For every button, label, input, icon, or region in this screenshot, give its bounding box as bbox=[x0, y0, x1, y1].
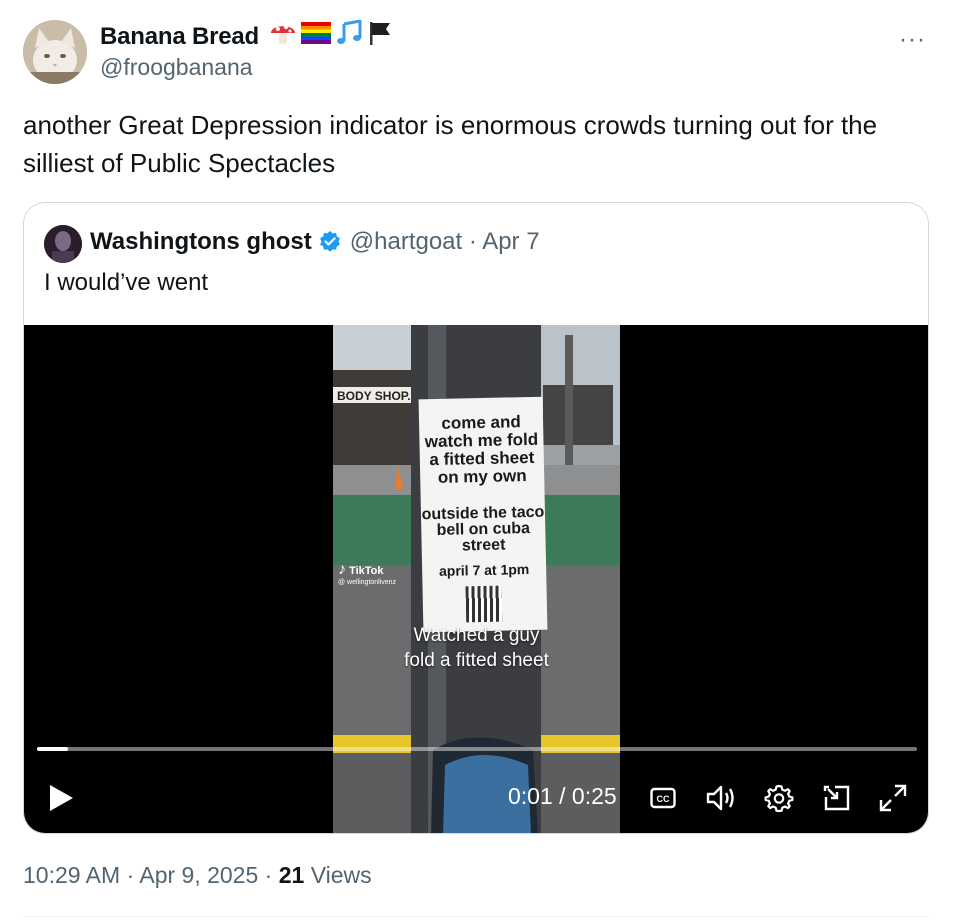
notice-line-3: april 7 at 1pm bbox=[438, 561, 530, 579]
paper-notice: come and watch me fold a fitted sheet on… bbox=[418, 396, 548, 633]
black-flag-icon bbox=[367, 20, 393, 53]
tweet-timestamp[interactable]: 10:29 AM · Apr 9, 2025 · bbox=[23, 862, 279, 888]
video-progress-fill bbox=[37, 747, 68, 751]
tweet-meta: 10:29 AM · Apr 9, 2025 · 21 Views bbox=[23, 862, 372, 889]
quoted-avatar[interactable] bbox=[44, 225, 82, 263]
quoted-header: Washingtons ghost @hartgoat · Apr 7 bbox=[90, 228, 540, 256]
author-avatar[interactable] bbox=[23, 20, 87, 84]
views-count: 21 bbox=[278, 862, 305, 888]
rainbow-flag-icon bbox=[301, 22, 331, 51]
picture-in-picture-icon bbox=[823, 785, 850, 811]
captions-button[interactable]: CC bbox=[648, 780, 678, 816]
tweet-text: another Great Depression indicator is en… bbox=[23, 110, 878, 178]
tiktok-handle: @ wellingtonlivenz bbox=[338, 579, 397, 586]
mushroom-icon bbox=[269, 20, 297, 53]
captions-icon: CC bbox=[650, 787, 676, 809]
notice-line-1: come and watch me fold a fitted sheet on… bbox=[424, 412, 539, 487]
divider bbox=[23, 916, 929, 917]
author-emojis bbox=[269, 19, 393, 53]
shop-sign: BODY SHOP. bbox=[337, 389, 411, 403]
music-notes-icon bbox=[335, 19, 363, 53]
fullscreen-button[interactable] bbox=[876, 780, 910, 816]
video-caption: Watched a guy fold a fitted sheet bbox=[333, 623, 620, 673]
caption-line-1: Watched a guy bbox=[413, 625, 540, 646]
picture-in-picture-button[interactable] bbox=[820, 780, 854, 816]
verified-badge-icon bbox=[318, 230, 342, 254]
video-progress-bar[interactable] bbox=[37, 747, 917, 751]
quoted-text: I would’ve went bbox=[44, 269, 209, 296]
notice-line-2: outside the taco bell on cuba street bbox=[421, 503, 545, 555]
expand-icon bbox=[879, 784, 907, 812]
video-player[interactable]: BODY SHOP. come and watch me fold a fitt… bbox=[24, 325, 928, 833]
qr-code-icon bbox=[465, 585, 503, 623]
quoted-author-name[interactable]: Washingtons ghost bbox=[90, 228, 312, 256]
settings-button[interactable] bbox=[762, 780, 796, 816]
volume-button[interactable] bbox=[704, 780, 738, 816]
author-name[interactable]: Banana Bread bbox=[100, 23, 259, 51]
author-name-row[interactable]: Banana Bread bbox=[100, 19, 393, 53]
author-handle[interactable]: @froogbanana bbox=[100, 54, 253, 81]
quoted-tweet[interactable]: Washingtons ghost @hartgoat · Apr 7 I wo… bbox=[23, 202, 929, 834]
quoted-handle-date[interactable]: @hartgoat · Apr 7 bbox=[350, 228, 540, 256]
tiktok-label: TikTok bbox=[349, 565, 384, 577]
gear-icon bbox=[764, 784, 794, 813]
video-frame[interactable]: BODY SHOP. come and watch me fold a fitt… bbox=[333, 325, 620, 833]
volume-icon bbox=[706, 785, 734, 811]
tiktok-icon: ♪ bbox=[338, 561, 346, 578]
play-icon bbox=[50, 785, 73, 811]
play-button[interactable] bbox=[46, 780, 76, 816]
video-time: 0:01 / 0:25 bbox=[508, 783, 617, 809]
svg-text:CC: CC bbox=[657, 794, 670, 804]
views-label: Views bbox=[304, 862, 372, 888]
caption-line-2: fold a fitted sheet bbox=[404, 650, 549, 671]
more-options-button[interactable]: ··· bbox=[899, 26, 926, 54]
tiktok-watermark: ♪ TikTok @ wellingtonlivenz bbox=[338, 561, 396, 586]
